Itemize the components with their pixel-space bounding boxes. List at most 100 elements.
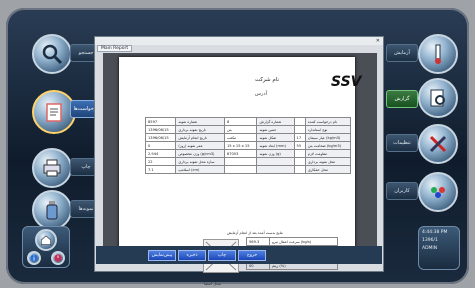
field-value: 55 bbox=[293, 141, 306, 150]
clock-panel: 4:44:38 PM 1396/1 ADMIN bbox=[418, 226, 460, 270]
search-icon bbox=[42, 44, 63, 65]
field-label: شماره نمونه bbox=[175, 117, 225, 126]
sidebar-label-r0: آزمایش bbox=[386, 44, 418, 62]
company-name: نام شرکت bbox=[254, 77, 279, 83]
field-value: بتن bbox=[223, 125, 258, 134]
power-icon bbox=[54, 254, 62, 262]
print-report-button[interactable]: چاپ bbox=[208, 250, 236, 261]
field-label: محل نمونه برداری bbox=[304, 157, 352, 166]
clock-user: ADMIN bbox=[422, 246, 438, 251]
table-row: 1396/06/15 تاریخ نمونه برداری بتن جنس نمونه… bbox=[144, 125, 352, 134]
field-value: 8597 bbox=[144, 117, 177, 126]
signature-label: محل امضا bbox=[204, 281, 221, 286]
info-button[interactable] bbox=[27, 251, 41, 265]
field-value bbox=[293, 125, 306, 134]
field-label: ابعاد نمونه (mm) bbox=[256, 141, 295, 150]
preview-button[interactable]: پیش‌نمایش bbox=[148, 250, 176, 261]
result-value: 569.3 bbox=[245, 237, 271, 246]
test-button[interactable] bbox=[418, 34, 458, 74]
save-button[interactable]: ذخیره bbox=[178, 250, 206, 261]
field-value bbox=[223, 165, 258, 174]
home-button[interactable] bbox=[35, 229, 57, 251]
users-icon bbox=[431, 187, 445, 198]
field-value: 1396/06/15 bbox=[144, 133, 177, 142]
report-window: ✕ Main Report نام شرکت آدرس SSV 8597 شمار… bbox=[94, 36, 384, 286]
tab-main-report[interactable]: Main Report bbox=[97, 45, 133, 52]
tools-icon bbox=[429, 135, 447, 153]
home-icon bbox=[41, 235, 51, 245]
field-label: تاریخ نمونه برداری bbox=[175, 125, 225, 134]
field-value: 8 bbox=[223, 117, 258, 126]
company-logo: SSV bbox=[331, 74, 363, 90]
field-label: وزن مخصوص (g/cm3) bbox=[175, 149, 225, 158]
field-value: مکعب bbox=[223, 133, 258, 142]
field-value bbox=[293, 157, 306, 166]
test-tube-icon bbox=[435, 44, 441, 64]
field-value: 2.944 bbox=[144, 149, 177, 158]
report-page: نام شرکت آدرس SSV 8597 شماره نمونه 8 شماره … bbox=[119, 57, 363, 286]
sidebar-label-r3: کاربران bbox=[386, 182, 418, 200]
print-button[interactable] bbox=[32, 148, 72, 188]
clock-date: 1396/1 bbox=[422, 238, 438, 243]
table-row: 7.1 اسلامپ (cm) محل خمکاری bbox=[144, 165, 352, 174]
field-label bbox=[256, 165, 295, 174]
samples-button[interactable] bbox=[32, 190, 72, 230]
result-row: 569.3 سرعت اعمال نیرو (kg/s) bbox=[245, 237, 338, 246]
sidebar-label-r2: تنظیمات bbox=[386, 134, 418, 152]
field-value: 0 bbox=[144, 141, 177, 150]
field-value: 22 bbox=[144, 157, 177, 166]
bottom-toolbar: خروج چاپ ذخیره پیش‌نمایش bbox=[96, 246, 382, 264]
table-row: 0 عمر نمونه (روز) 15 x 15 x 15 ابعاد نمونه … bbox=[144, 141, 352, 150]
field-label: محل خمکاری bbox=[304, 165, 352, 174]
table-row: 2.944 وزن مخصوص (g/cm3) 87003 وزن نمونه (g)… bbox=[144, 149, 352, 158]
left-sidebar: جستجو درخواست‌ها چاپ نمونه‌ها bbox=[18, 24, 102, 272]
field-value: 1396/06/15 bbox=[144, 125, 177, 134]
users-button[interactable] bbox=[418, 172, 458, 212]
field-value bbox=[223, 157, 258, 166]
field-value bbox=[293, 165, 306, 174]
field-label: شماره گزارش bbox=[256, 117, 295, 126]
clock-time: 4:44:38 PM bbox=[422, 230, 448, 235]
power-button[interactable] bbox=[51, 251, 65, 265]
home-panel bbox=[22, 226, 70, 268]
field-label: عیار سیمان (kg/m3) bbox=[304, 133, 352, 142]
sidebar-label-r1: گزارش bbox=[386, 90, 418, 108]
printer-icon bbox=[43, 159, 61, 177]
field-label: ضخامت بتن (kg/m3) bbox=[304, 141, 352, 150]
field-value: 87003 bbox=[223, 149, 258, 158]
field-label: تاریخ انجام آزمایش bbox=[175, 133, 225, 142]
table-row: 8597 شماره نمونه 8 شماره گزارش نام درخواست ک… bbox=[144, 117, 352, 126]
exit-button[interactable]: خروج bbox=[238, 250, 266, 261]
field-label: شکل نمونه bbox=[256, 133, 295, 142]
logo-text: SSV bbox=[331, 74, 363, 90]
specimen-table: 8597 شماره نمونه 8 شماره گزارش نام درخواست ک… bbox=[144, 117, 352, 174]
field-label: عمر نمونه (روز) bbox=[175, 141, 225, 150]
field-value bbox=[293, 117, 306, 126]
field-label bbox=[256, 157, 295, 166]
table-row: 1396/06/15 تاریخ انجام آزمایش مکعب شکل نمون… bbox=[144, 133, 352, 142]
field-label: مقاومت لازم bbox=[304, 149, 352, 158]
field-value: 7.1 bbox=[144, 165, 177, 174]
bottle-icon bbox=[46, 201, 58, 220]
info-icon bbox=[30, 254, 38, 262]
search-button[interactable] bbox=[32, 34, 72, 74]
clipboard-icon bbox=[46, 103, 62, 122]
field-label: اسلامپ (cm) bbox=[175, 165, 225, 174]
field-label: وزن نمونه (g) bbox=[256, 149, 295, 158]
result-label: سرعت اعمال نیرو (kg/s) bbox=[269, 237, 338, 246]
report-icon bbox=[430, 89, 445, 107]
settings-button[interactable] bbox=[418, 124, 458, 164]
report-button[interactable] bbox=[418, 78, 458, 118]
table-row: 22 سازه محل نمونه برداری محل نمونه برداری bbox=[144, 157, 352, 166]
field-value bbox=[293, 149, 306, 158]
field-label: سازه محل نمونه برداری bbox=[175, 157, 225, 166]
window-title bbox=[95, 37, 383, 45]
field-label: جنس نمونه bbox=[256, 125, 295, 134]
field-value: 17 bbox=[293, 133, 306, 142]
field-label: نوع استاندارد bbox=[304, 125, 352, 134]
field-value: 15 x 15 x 15 bbox=[223, 141, 258, 150]
field-label: نام درخواست کننده bbox=[304, 117, 352, 126]
close-icon[interactable]: ✕ bbox=[376, 38, 380, 44]
report-viewer[interactable]: نام شرکت آدرس SSV 8597 شماره نمونه 8 شماره … bbox=[103, 53, 377, 286]
company-address: آدرس bbox=[254, 91, 267, 97]
